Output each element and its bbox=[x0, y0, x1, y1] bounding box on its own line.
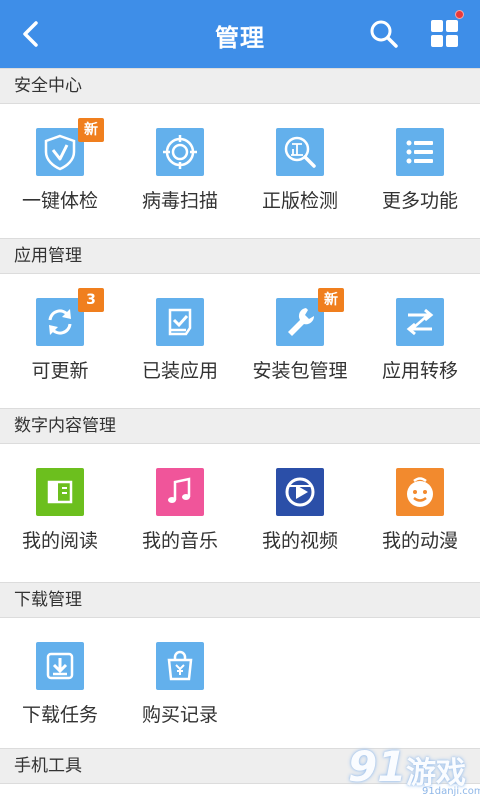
magnifier-verify-icon bbox=[276, 128, 324, 176]
shield-check-icon bbox=[36, 128, 84, 176]
update-count-badge: 3 bbox=[78, 288, 104, 312]
app-management-grid: 3 可更新 已装应用 新 安装包管理 应用转移 bbox=[0, 274, 480, 408]
tile-package-management[interactable]: 新 安装包管理 bbox=[240, 274, 360, 408]
cartoon-face-icon bbox=[396, 468, 444, 516]
tile-my-music[interactable]: 我的音乐 bbox=[120, 444, 240, 578]
tile-label: 安装包管理 bbox=[252, 360, 348, 382]
search-button[interactable] bbox=[368, 18, 400, 50]
section-header-app-management: 应用管理 bbox=[0, 238, 480, 274]
watermark-number: 91 bbox=[348, 742, 407, 791]
section-header-security: 安全中心 bbox=[0, 68, 480, 104]
tile-updatable[interactable]: 3 可更新 bbox=[0, 274, 120, 408]
tile-label: 我的动漫 bbox=[381, 530, 458, 552]
music-note-icon bbox=[156, 468, 204, 516]
tile-one-key-check[interactable]: 新 一键体检 bbox=[0, 104, 120, 238]
grid-menu-button[interactable] bbox=[428, 10, 464, 50]
tile-label: 可更新 bbox=[31, 360, 89, 382]
tile-purchase-records[interactable]: 购买记录 bbox=[120, 618, 240, 752]
watermark-url: 91danji.com bbox=[422, 786, 480, 797]
tile-installed-apps[interactable]: 已装应用 bbox=[120, 274, 240, 408]
video-play-icon bbox=[276, 468, 324, 516]
tile-my-cartoon[interactable]: 我的动漫 bbox=[360, 444, 480, 578]
tile-my-video[interactable]: 我的视频 bbox=[240, 444, 360, 578]
tile-label: 我的阅读 bbox=[21, 530, 98, 552]
app-header: 管理 bbox=[0, 0, 480, 68]
grid-menu-icon bbox=[431, 20, 458, 47]
security-grid: 新 一键体检 病毒扫描 正版检测 更多功能 bbox=[0, 104, 480, 238]
download-management-grid: 下载任务 购买记录 bbox=[0, 618, 480, 752]
tile-label: 一键体检 bbox=[21, 190, 98, 212]
tile-app-transfer[interactable]: 应用转移 bbox=[360, 274, 480, 408]
tile-label: 已装应用 bbox=[141, 360, 218, 382]
tile-label: 购买记录 bbox=[141, 704, 218, 726]
tile-label: 更多功能 bbox=[381, 190, 458, 212]
search-icon bbox=[370, 20, 398, 48]
new-badge: 新 bbox=[78, 118, 104, 142]
tile-genuine-check[interactable]: 正版检测 bbox=[240, 104, 360, 238]
tile-label: 病毒扫描 bbox=[141, 190, 218, 212]
tile-more-functions[interactable]: 更多功能 bbox=[360, 104, 480, 238]
tile-download-tasks[interactable]: 下载任务 bbox=[0, 618, 120, 752]
page-title: 管理 bbox=[215, 24, 265, 52]
wrench-icon bbox=[276, 298, 324, 346]
digital-content-grid: 我的阅读 我的音乐 我的视频 我的动漫 bbox=[0, 444, 480, 578]
tile-label: 我的视频 bbox=[261, 530, 338, 552]
tile-virus-scan[interactable]: 病毒扫描 bbox=[120, 104, 240, 238]
list-icon bbox=[396, 128, 444, 176]
refresh-icon bbox=[36, 298, 84, 346]
book-icon bbox=[36, 468, 84, 516]
installed-app-icon bbox=[156, 298, 204, 346]
notification-dot bbox=[455, 10, 464, 19]
new-badge: 新 bbox=[318, 288, 344, 312]
tile-label: 我的音乐 bbox=[141, 530, 218, 552]
section-header-download-management: 下载管理 bbox=[0, 582, 480, 618]
download-icon bbox=[36, 642, 84, 690]
transfer-icon bbox=[396, 298, 444, 346]
tile-label: 下载任务 bbox=[21, 704, 98, 726]
shopping-bag-icon bbox=[156, 642, 204, 690]
site-watermark: 91 游戏 91danji.com bbox=[340, 742, 480, 800]
section-header-digital-content: 数字内容管理 bbox=[0, 408, 480, 444]
tile-label: 正版检测 bbox=[261, 190, 338, 212]
tile-label: 应用转移 bbox=[381, 360, 458, 382]
tile-my-reading[interactable]: 我的阅读 bbox=[0, 444, 120, 578]
target-scan-icon bbox=[156, 128, 204, 176]
